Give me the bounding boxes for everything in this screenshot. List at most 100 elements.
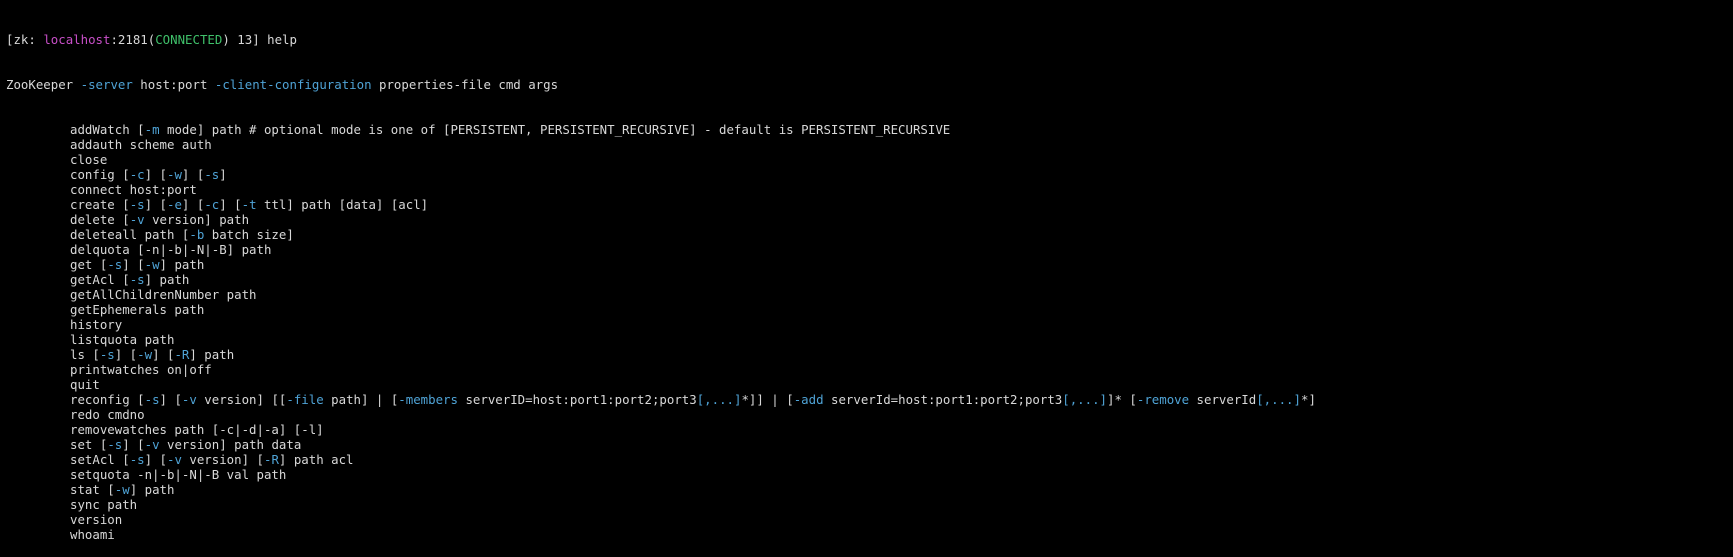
command-line: version (6, 512, 1733, 527)
command-text: ] [ (159, 392, 182, 407)
usage-server-option: -server (80, 77, 133, 92)
command-line: sync path (6, 497, 1733, 512)
command-line: removewatches path [-c|-d|-a] [-l] (6, 422, 1733, 437)
command-text: version] path data (159, 437, 302, 452)
command-text: deleteall path [ (70, 227, 190, 242)
command-text: whoami (70, 527, 115, 542)
command-text: addWatch [ (70, 122, 145, 137)
command-option: -s (144, 392, 160, 407)
command-line: redo cmdno (6, 407, 1733, 422)
command-text: reconfig [ (70, 392, 145, 407)
command-option: -s (107, 437, 123, 452)
terminal-output[interactable]: [zk: localhost:2181(CONNECTED) 13] help … (6, 2, 1733, 542)
command-text: ] [ (181, 197, 205, 212)
usage-client-config-option: -client-configuration (214, 77, 372, 92)
command-text: ] [ (219, 197, 242, 212)
command-line: ls [-s] [-w] [-R] path (6, 347, 1733, 362)
command-text: ] path (189, 347, 235, 362)
command-option: -b (189, 227, 205, 242)
command-option: -c (204, 197, 220, 212)
command-text: *]] | [ (741, 392, 794, 407)
command-line: connect host:port (6, 182, 1733, 197)
command-option: -c (129, 167, 145, 182)
prompt-state: CONNECTED (155, 32, 223, 47)
command-option: [,...] (696, 392, 742, 407)
usage-line: ZooKeeper -server host:port -client-conf… (6, 77, 1733, 92)
command-list: addWatch [-m mode] path # optional mode … (6, 122, 1733, 542)
command-text: addauth scheme auth (70, 137, 212, 152)
command-line: get [-s] [-w] path (6, 257, 1733, 272)
command-text: ] [ (114, 347, 138, 362)
command-text: getAcl [ (70, 272, 130, 287)
command-text: path] | [ (323, 392, 399, 407)
usage-mid: host:port (132, 77, 215, 92)
command-text: ] [ (152, 347, 175, 362)
command-option: -m (144, 122, 160, 137)
command-line: getAcl [-s] path (6, 272, 1733, 287)
command-text: setAcl [ (70, 452, 130, 467)
command-text: set [ (70, 437, 108, 452)
command-text: ] (219, 167, 227, 182)
command-line: delete [-v version] path (6, 212, 1733, 227)
command-option: -file (286, 392, 324, 407)
command-text: getEphemerals path (70, 302, 205, 317)
command-line: create [-s] [-e] [-c] [-t ttl] path [dat… (6, 197, 1733, 212)
command-option: -w (167, 167, 182, 182)
command-line: addauth scheme auth (6, 137, 1733, 152)
command-option: -s (129, 452, 145, 467)
command-option: -w (137, 347, 153, 362)
usage-prefix: ZooKeeper (6, 77, 81, 92)
command-text: stat [ (70, 482, 115, 497)
command-text: ] [ (144, 197, 167, 212)
command-text: ] path (159, 257, 205, 272)
command-line: getEphemerals path (6, 302, 1733, 317)
command-line: stat [-w] path (6, 482, 1733, 497)
command-text: printwatches on|off (70, 362, 212, 377)
command-text: ]* [ (1107, 392, 1137, 407)
command-line: close (6, 152, 1733, 167)
command-option: -w (144, 257, 160, 272)
command-option: -s (129, 272, 145, 287)
command-line: listquota path (6, 332, 1733, 347)
command-line: printwatches on|off (6, 362, 1733, 377)
command-text: close (70, 152, 108, 167)
prompt-line: [zk: localhost:2181(CONNECTED) 13] help (6, 32, 1733, 47)
command-line: setAcl [-s] [-v version] [-R] path acl (6, 452, 1733, 467)
command-text: ] [ (144, 452, 167, 467)
command-option: -remove (1136, 392, 1190, 407)
command-option: -v (181, 392, 197, 407)
command-line: delquota [-n|-b|-N|-B] path (6, 242, 1733, 257)
command-option: -members (398, 392, 458, 407)
usage-rest: properties-file cmd args (371, 77, 559, 92)
command-text: config [ (70, 167, 130, 182)
command-text: ] path acl (278, 452, 354, 467)
command-option: -R (174, 347, 190, 362)
command-text: version] [ (181, 452, 264, 467)
command-text: sync path (70, 497, 138, 512)
command-text: ls [ (70, 347, 100, 362)
command-line: config [-c] [-w] [-s] (6, 167, 1733, 182)
command-option: -w (114, 482, 130, 497)
command-line: getAllChildrenNumber path (6, 287, 1733, 302)
command-option: -e (167, 197, 182, 212)
command-option: [,...] (1062, 392, 1108, 407)
command-text: removewatches path [-c|-d|-a] [-l] (70, 422, 324, 437)
command-line: deleteall path [-b batch size] (6, 227, 1733, 242)
command-text: serverId=host:port1:port2;port3 (823, 392, 1063, 407)
command-text: quit (70, 377, 100, 392)
command-line: history (6, 317, 1733, 332)
command-text: history (70, 317, 123, 332)
command-line: whoami (6, 527, 1733, 542)
command-text: ] [ (122, 257, 145, 272)
command-option: -s (129, 197, 145, 212)
command-option: -v (144, 437, 160, 452)
command-text: setquota -n|-b|-N|-B val path (70, 467, 287, 482)
command-text: redo cmdno (70, 407, 145, 422)
command-text: ] [ (181, 167, 205, 182)
command-option: -s (99, 347, 115, 362)
command-line: addWatch [-m mode] path # optional mode … (6, 122, 1733, 137)
command-option: [,...] (1256, 392, 1301, 407)
command-line: reconfig [-s] [-v version] [[-file path]… (6, 392, 1733, 407)
command-text: ttl] path [data] [acl] (256, 197, 429, 212)
command-option: -R (263, 452, 279, 467)
